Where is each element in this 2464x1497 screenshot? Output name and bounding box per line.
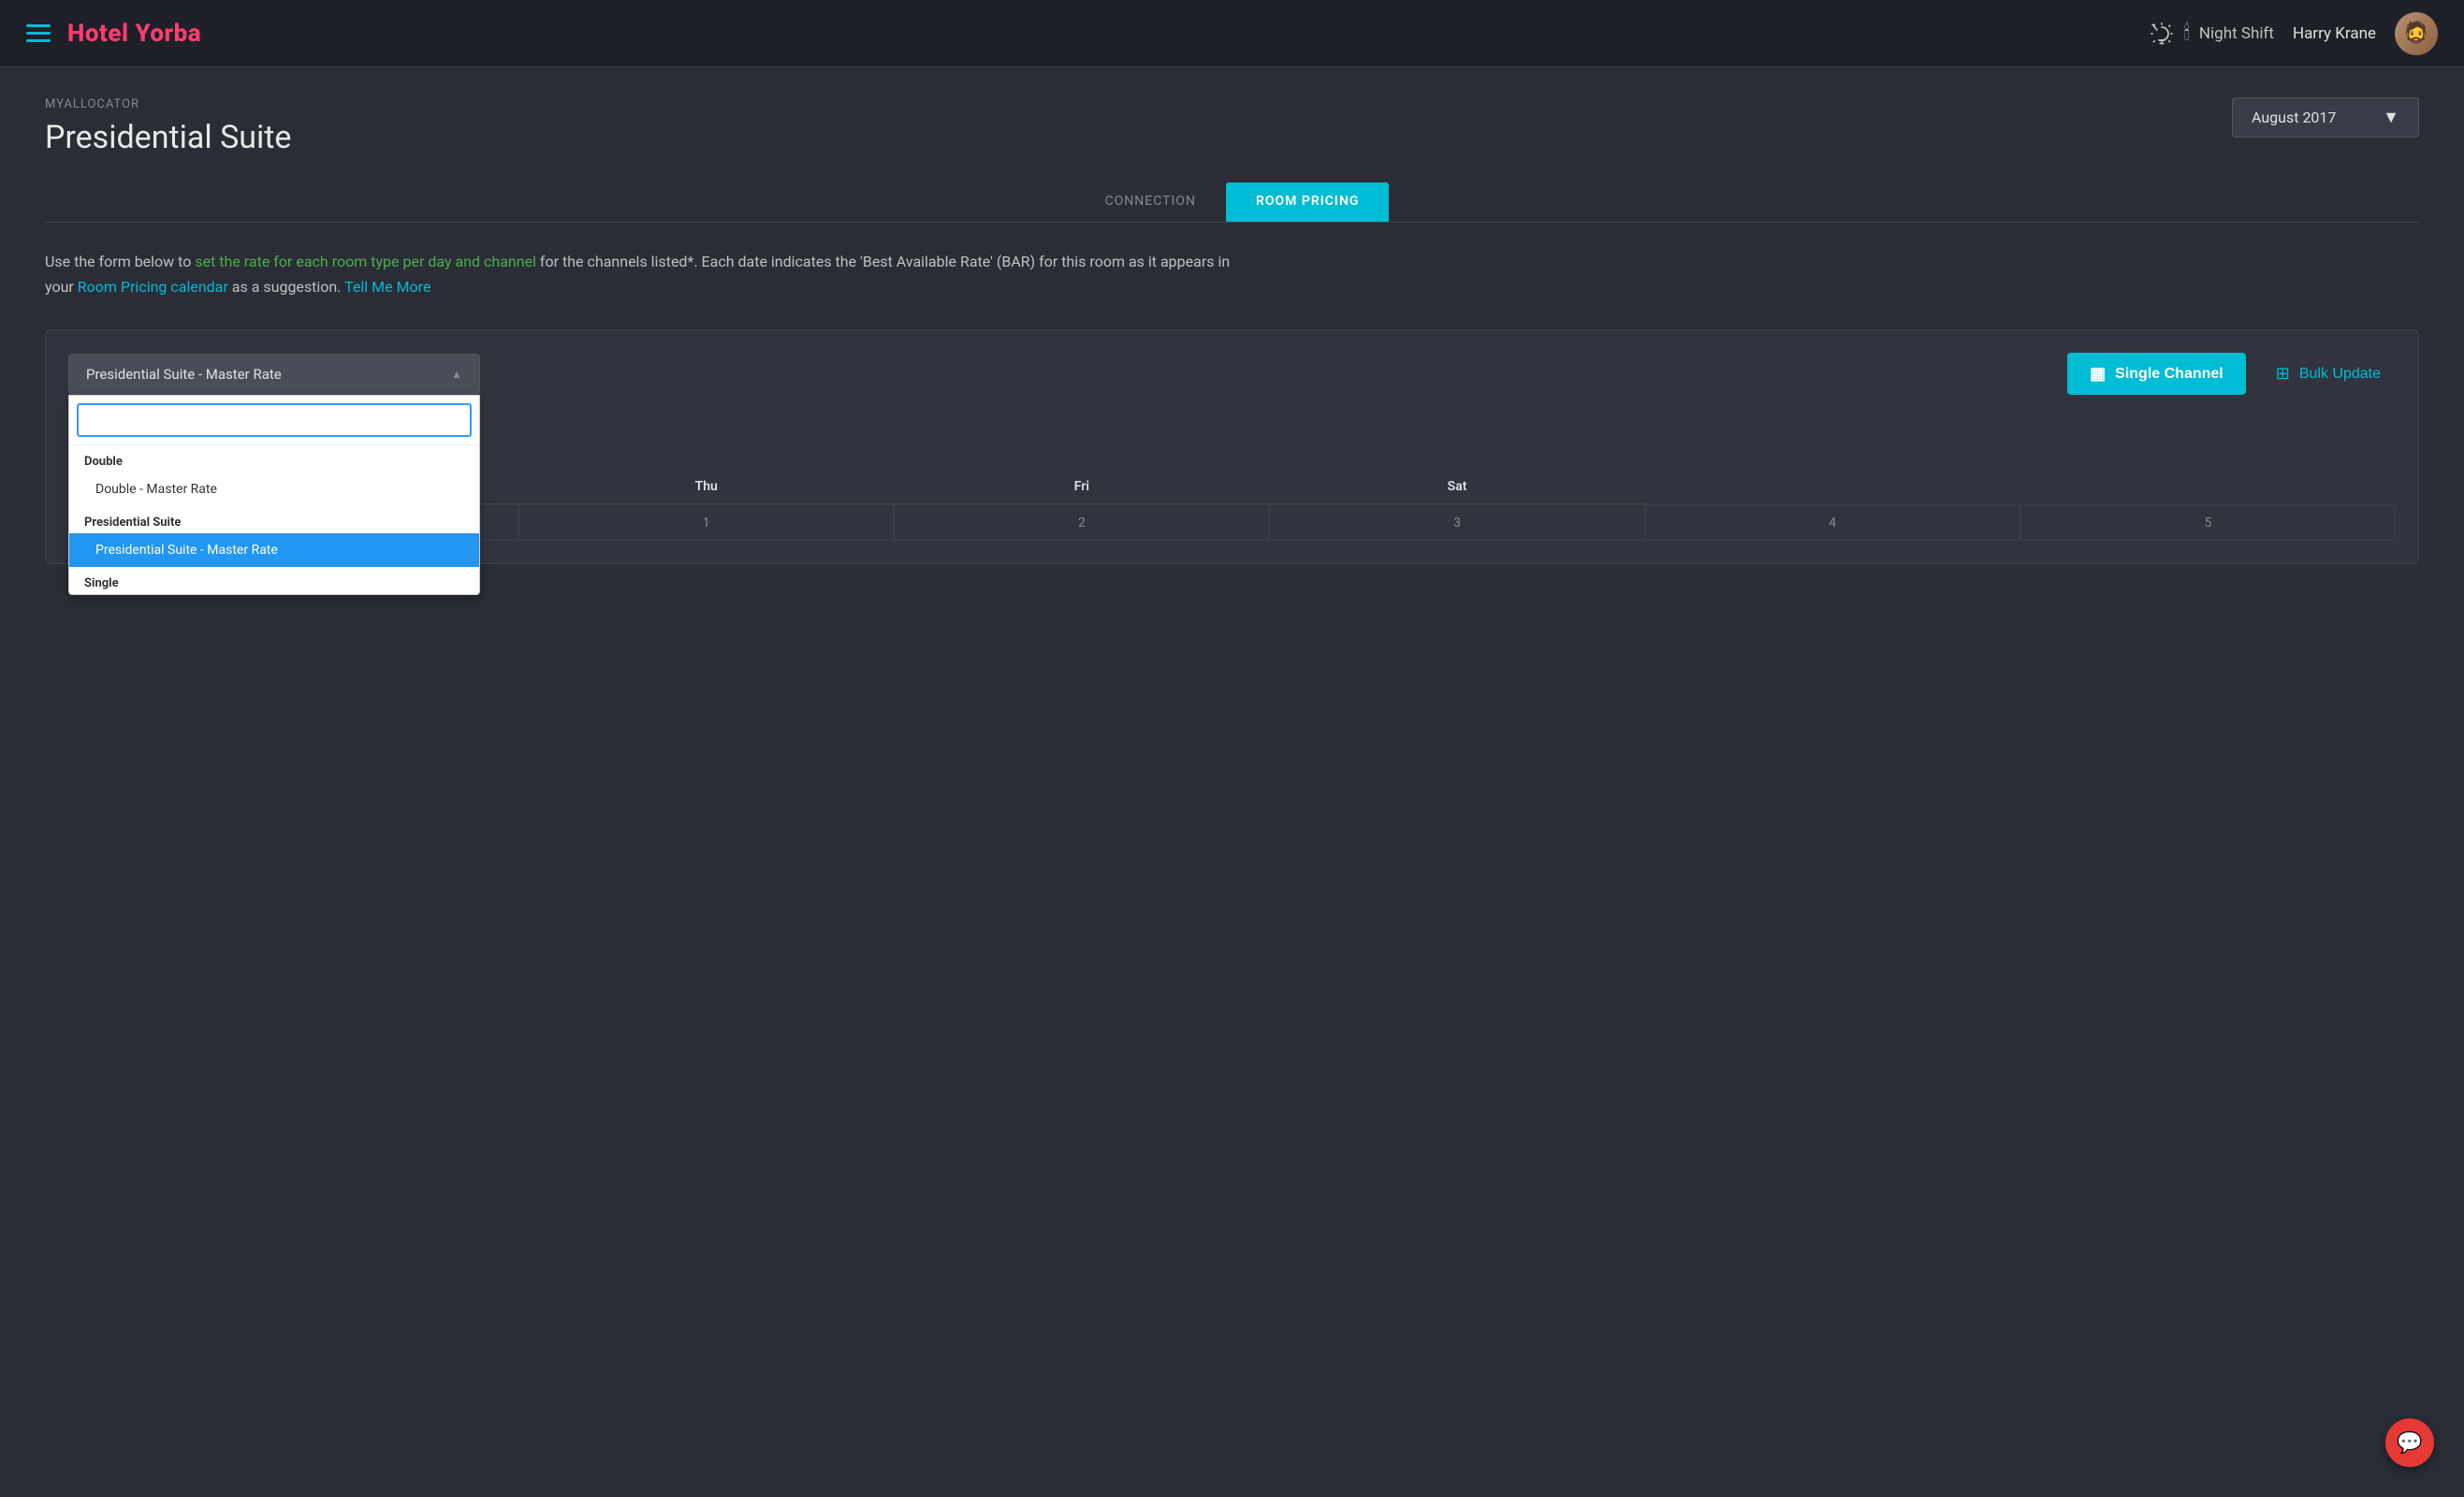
dropdown-container: Presidential Suite - Master Rate ▲ Doubl… <box>68 354 480 395</box>
panel-actions: ▦ Single Channel ⊞ Bulk Update <box>2067 353 2396 395</box>
dropdown-group-single: Single <box>69 567 479 594</box>
tabs-container: CONNECTION ROOM PRICING <box>45 182 2419 223</box>
cal-cell-5: 5 <box>2020 504 2396 541</box>
dropdown-menu: Double Double - Master Rate Presidential… <box>68 395 480 595</box>
room-type-dropdown[interactable]: Presidential Suite - Master Rate ▲ <box>68 354 480 395</box>
night-shift-label: Night Shift <box>2199 24 2274 43</box>
dropdown-group-presidential: Presidential Suite <box>69 506 479 533</box>
dropdown-item-double-master[interactable]: Double - Master Rate <box>69 472 479 506</box>
cal-cell-3: 3 <box>1269 504 1644 541</box>
bulk-update-button[interactable]: ⊞ Bulk Update <box>2261 353 2396 395</box>
date-selector[interactable]: August 2017 ▼ <box>2232 97 2419 138</box>
dropdown-arrow-icon: ▲ <box>451 368 462 381</box>
tab-connection[interactable]: CONNECTION <box>1075 182 1226 222</box>
single-channel-icon: ▦ <box>2090 364 2106 384</box>
dropdown-selected-label: Presidential Suite - Master Rate <box>86 366 282 383</box>
bulk-update-label: Bulk Update <box>2299 366 2381 383</box>
tab-room-pricing[interactable]: ROOM PRICING <box>1226 182 1389 222</box>
desc-highlight-cyan[interactable]: Room Pricing calendar <box>78 278 228 296</box>
tabs: CONNECTION ROOM PRICING <box>45 182 2419 222</box>
lamp-icon <box>2149 21 2175 47</box>
page-header-text: MYALLOCATOR Presidential Suite <box>45 97 291 156</box>
breadcrumb: MYALLOCATOR <box>45 97 291 111</box>
main-content: MYALLOCATOR Presidential Suite August 20… <box>0 67 2464 594</box>
header-left: Hotel Yorba <box>26 20 201 48</box>
cal-header-thu: Thu <box>518 470 894 504</box>
cal-header-fri: Fri <box>894 470 1269 504</box>
page-title: Presidential Suite <box>45 119 291 156</box>
header-right: 🕯 Night Shift Harry Krane 🧔 <box>2149 12 2438 55</box>
cal-cell-4: 4 <box>1645 504 2020 541</box>
logo: Hotel Yorba <box>67 20 201 48</box>
desc-part1: Use the form below to <box>45 253 195 270</box>
single-channel-label: Single Channel <box>2115 366 2223 383</box>
dropdown-search-input[interactable] <box>77 403 472 437</box>
night-shift-info: 🕯 Night Shift <box>2149 21 2274 47</box>
date-selector-arrow: ▼ <box>2383 108 2399 127</box>
main-panel: Presidential Suite - Master Rate ▲ Doubl… <box>45 329 2419 564</box>
avatar[interactable]: 🧔 <box>2395 12 2438 55</box>
description: Use the form below to set the rate for e… <box>45 249 1261 299</box>
chat-button[interactable]: 💬 <box>2385 1418 2434 1467</box>
cal-cell-1: 1 <box>518 504 894 541</box>
dropdown-item-presidential-master[interactable]: Presidential Suite - Master Rate <box>69 533 479 567</box>
cal-cell-2: 2 <box>894 504 1269 541</box>
lamp-unicode-icon: 🕯 <box>2184 22 2190 45</box>
user-name: Harry Krane <box>2293 24 2376 43</box>
single-channel-button[interactable]: ▦ Single Channel <box>2067 353 2246 395</box>
tell-me-more-link[interactable]: Tell Me More <box>344 278 430 296</box>
panel-top: Presidential Suite - Master Rate ▲ Doubl… <box>68 353 2396 395</box>
desc-highlight-green: set the rate for each room type per day … <box>195 253 536 270</box>
menu-button[interactable] <box>26 24 51 42</box>
date-selector-label: August 2017 <box>2252 109 2336 126</box>
dropdown-group-double: Double <box>69 445 479 472</box>
header: Hotel Yorba 🕯 Night Shift Harry Krane 🧔 <box>0 0 2464 67</box>
cal-header-sat: Sat <box>1269 470 1644 504</box>
bulk-update-icon: ⊞ <box>2276 364 2290 384</box>
page-header: MYALLOCATOR Presidential Suite August 20… <box>45 97 2419 156</box>
desc-part3: as a suggestion. <box>228 278 344 296</box>
dropdown-search-container <box>69 396 479 445</box>
chat-icon: 💬 <box>2397 1432 2422 1455</box>
dropdown-scroll: Double Double - Master Rate Presidential… <box>69 445 479 594</box>
